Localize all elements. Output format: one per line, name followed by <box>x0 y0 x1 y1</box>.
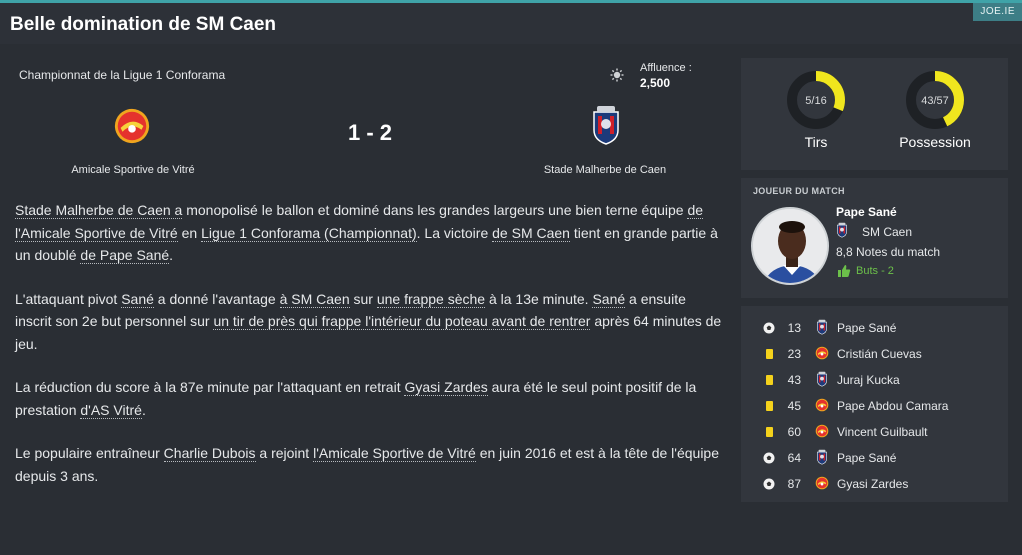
event-row[interactable]: 64 Pape Sané <box>741 446 1008 472</box>
home-team-name[interactable]: Amicale Sportive de Vitré <box>40 164 226 176</box>
club-crest-icon <box>815 397 829 413</box>
event-minute: 23 <box>787 347 801 361</box>
motm-player-name[interactable]: Pape Sané <box>836 205 897 219</box>
link-team[interactable]: d'AS Vitré <box>80 401 142 419</box>
link-competition[interactable]: Ligue 1 Conforama (Championnat) <box>201 224 417 242</box>
competition-link[interactable]: Championnat de la Ligue 1 Conforama <box>19 68 225 82</box>
link-player[interactable]: Sané <box>592 290 626 308</box>
match-score: 1 - 2 <box>347 120 393 145</box>
club-crest-icon <box>815 319 829 335</box>
page-title: Belle domination de SM Caen <box>10 14 277 35</box>
avatar[interactable] <box>751 207 829 285</box>
report-text: monopolisé le ballon et dominé dans les … <box>182 202 688 218</box>
event-player[interactable]: Juraj Kucka <box>837 373 900 387</box>
yellow-card-icon <box>763 348 775 360</box>
link-highlight[interactable]: une frappe sèche <box>376 290 486 308</box>
motm-club[interactable]: SM Caen <box>862 225 912 239</box>
motm-goals: Buts - 2 <box>856 265 894 277</box>
link-team[interactable]: Stade Malherbe de Caen a <box>15 202 183 219</box>
event-row[interactable]: 60 Vincent Guilbault <box>741 420 1008 446</box>
event-minute: 45 <box>787 399 801 413</box>
report-paragraph: Le populaire entraîneur Charlie Dubois a… <box>15 442 725 487</box>
report-text: a donné l'avantage <box>153 290 280 307</box>
away-team-name[interactable]: Stade Malherbe de Caen <box>510 164 700 176</box>
club-crest-icon <box>815 475 829 491</box>
event-minute: 43 <box>787 373 801 387</box>
club-crest-icon <box>815 423 829 439</box>
report-text: . <box>141 401 146 418</box>
weather-icon <box>610 68 624 82</box>
thumbs-up-icon <box>838 265 851 277</box>
yellow-card-icon <box>763 400 775 412</box>
ball-icon <box>763 452 775 464</box>
report-paragraph: L'attaquant pivot Sané a donné l'avantag… <box>15 288 725 356</box>
event-row[interactable]: 23 Cristián Cuevas <box>741 342 1008 368</box>
link-manager[interactable]: Charlie Dubois <box>163 445 256 462</box>
link-highlight[interactable]: un tir de près qui frappe l'intérieur du… <box>213 313 591 330</box>
report-paragraph: Stade Malherbe de Caen a monopolisé le b… <box>15 199 725 267</box>
event-row[interactable]: 43 Juraj Kucka <box>741 368 1008 394</box>
report-text: . <box>169 247 174 263</box>
event-player[interactable]: Gyasi Zardes <box>837 477 908 491</box>
report-text: . La victoire <box>416 224 493 241</box>
link-player[interactable]: Sané <box>121 290 154 308</box>
report-text: à la 13e minute. <box>485 290 593 307</box>
attendance-label: Affluence : <box>640 62 692 74</box>
match-events-panel: 13 Pape Sané 23 Cristián Cuevas 43 Juraj… <box>741 306 1008 502</box>
yellow-card-icon <box>763 374 775 386</box>
event-minute: 87 <box>787 477 801 491</box>
ball-icon <box>763 478 775 490</box>
match-header: Championnat de la Ligue 1 Conforama Affl… <box>0 46 736 186</box>
report-text: L'attaquant pivot <box>15 290 122 307</box>
title-bar: Belle domination de SM Caen JOE.IE <box>0 0 1022 44</box>
club-crest-icon <box>836 222 848 238</box>
event-player[interactable]: Cristián Cuevas <box>837 347 922 361</box>
event-player[interactable]: Pape Sané <box>837 451 896 465</box>
club-crest-icon <box>815 371 829 387</box>
link-team[interactable]: l'Amicale Sportive de Vitré <box>313 445 476 462</box>
motm-header: JOUEUR DU MATCH <box>753 186 845 196</box>
link-team[interactable]: à SM Caen <box>279 290 350 308</box>
motm-rating: 8,8 Notes du match <box>836 245 941 259</box>
link-player[interactable]: de Pape Sané <box>80 247 170 264</box>
event-row[interactable]: 13 Pape Sané <box>741 316 1008 342</box>
report-text: en <box>177 224 202 241</box>
yellow-card-icon <box>763 426 775 438</box>
event-row[interactable]: 45 Pape Abdou Camara <box>741 394 1008 420</box>
attendance-value: 2,500 <box>640 76 671 90</box>
away-team-crest[interactable] <box>591 104 621 146</box>
report-text: sur <box>349 290 377 307</box>
shots-value: 5/16 <box>805 95 827 107</box>
ball-icon <box>763 322 775 334</box>
match-stats-panel: 5/16 Tirs 43/57 Possession <box>741 58 1008 170</box>
event-minute: 13 <box>787 321 801 335</box>
event-player[interactable]: Pape Abdou Camara <box>837 399 948 413</box>
link-team[interactable]: de SM Caen <box>492 224 570 242</box>
report-text: a rejoint <box>255 445 314 461</box>
player-of-match-panel: JOUEUR DU MATCH Pape Sané SM Caen 8,8 No… <box>741 178 1008 298</box>
event-minute: 64 <box>787 451 801 465</box>
report-paragraph: La réduction du score à la 87e minute pa… <box>15 376 725 421</box>
event-minute: 60 <box>787 425 801 439</box>
event-row[interactable]: 87 Gyasi Zardes <box>741 472 1008 498</box>
event-player[interactable]: Vincent Guilbault <box>837 425 928 439</box>
brand-tag: JOE.IE <box>973 3 1022 21</box>
event-player[interactable]: Pape Sané <box>837 321 896 335</box>
club-crest-icon <box>815 449 829 465</box>
report-text: La réduction du score à la 87e minute pa… <box>15 379 405 395</box>
possession-label: Possession <box>899 134 971 150</box>
possession-value: 43/57 <box>921 95 949 107</box>
report-text: Le populaire entraîneur <box>15 445 164 461</box>
shots-label: Tirs <box>804 134 828 150</box>
match-report: Stade Malherbe de Caen a monopolisé le b… <box>15 199 725 508</box>
home-team-crest[interactable] <box>113 107 151 145</box>
club-crest-icon <box>815 345 829 361</box>
player-photo <box>753 209 827 283</box>
link-player[interactable]: Gyasi Zardes <box>404 379 488 396</box>
